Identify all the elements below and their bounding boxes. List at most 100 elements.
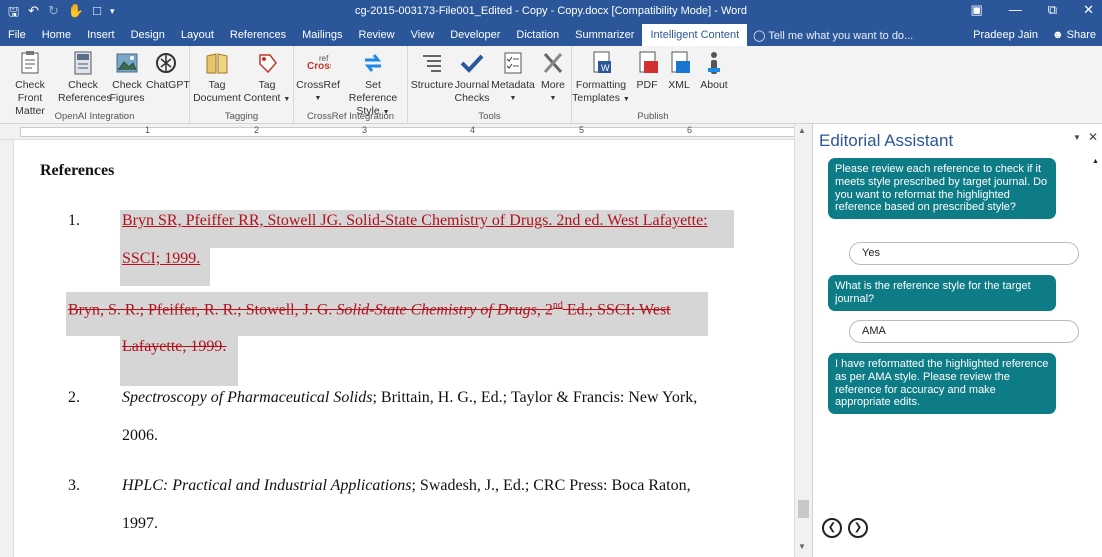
back-icon[interactable]: ❮ (822, 518, 842, 538)
account-area: Pradeep Jain ☻ Share (973, 24, 1096, 46)
user-name[interactable]: Pradeep Jain (973, 24, 1038, 46)
tab-design[interactable]: Design (123, 24, 173, 46)
person-icon: ☻ (1052, 29, 1064, 41)
chevron-down-icon: ▼ (549, 95, 557, 102)
title-bar: 🖫 ↶ ↻ ✋ □ ▾ cg-2015-003173-File001_Edite… (0, 0, 1102, 24)
deleted-reference-text[interactable]: Lafayette, 1999. (122, 338, 226, 356)
svg-text:W: W (601, 63, 610, 73)
group-crossref-integration: Crossref CrossRef ▼ Set Reference Style … (294, 46, 408, 124)
share-button[interactable]: ☻ Share (1052, 24, 1096, 46)
window-title: cg-2015-003173-File001_Edited - Copy - C… (354, 5, 748, 17)
reference-text[interactable]: Spectroscopy of Pharmaceutical Solids; B… (122, 389, 697, 407)
scroll-thumb[interactable] (798, 500, 809, 518)
group-label: CrossRef Integration (306, 111, 395, 122)
assistant-message: Please review each reference to check if… (828, 158, 1056, 220)
metadata-checklist-icon (500, 49, 526, 77)
tab-mailings[interactable]: Mailings (294, 24, 350, 46)
figure-icon (114, 49, 140, 77)
minimize-icon[interactable]: — (1009, 2, 1022, 18)
scroll-up-icon[interactable]: ▲ (1092, 158, 1099, 165)
book-icon (204, 49, 230, 77)
pdf-button[interactable]: PDF (632, 49, 662, 92)
group-tagging: Tag Document Tag Content ▼ Tagging (190, 46, 294, 124)
inserted-reference-text[interactable]: SSCI; 1999. (122, 250, 200, 268)
clipboard-icon (17, 49, 43, 77)
about-button[interactable]: About (696, 49, 732, 92)
tab-view[interactable]: View (403, 24, 443, 46)
tab-references[interactable]: References (222, 24, 294, 46)
share-label: Share (1066, 29, 1096, 41)
chatgpt-button[interactable]: ChatGPT (146, 49, 190, 92)
group-tools: Structure Journal Checks Metadata ▼ More… (408, 46, 572, 124)
formatting-templates-button[interactable]: W Formatting Templates ▼ (572, 49, 630, 106)
reference-number: 3. (68, 477, 80, 494)
structure-button[interactable]: Structure (410, 49, 454, 92)
tag-icon (254, 49, 280, 77)
tag-document-button[interactable]: Tag Document (192, 49, 242, 105)
ruler-mark: 2 (254, 125, 260, 135)
more-button[interactable]: More ▼ (536, 49, 570, 105)
check-front-matter-button[interactable]: Check Front Matter (2, 49, 58, 118)
scroll-up-icon[interactable]: ▲ (798, 126, 806, 135)
ribbon: Check Front Matter Check References Chec… (0, 46, 1102, 124)
scroll-down-icon[interactable]: ▼ (798, 542, 806, 551)
xml-button[interactable]: XML (664, 49, 694, 92)
ruler-mark: 6 (687, 125, 693, 135)
openai-logo-icon (153, 49, 179, 77)
tell-me-text: Tell me what you want to do... (768, 29, 914, 42)
pane-options-icon[interactable]: ▼ (1073, 130, 1081, 144)
info-icon (701, 49, 727, 77)
assistant-message: What is the reference style for the targ… (828, 275, 1056, 311)
journal-checks-button[interactable]: Journal Checks (454, 49, 490, 105)
editorial-assistant-pane: Editorial Assistant ▼ ✕ ▲ Please review … (812, 124, 1102, 557)
tab-developer[interactable]: Developer (442, 24, 508, 46)
deleted-reference-text[interactable]: Bryn, S. R.; Pfeiffer, R. R.; Stowell, J… (68, 300, 671, 319)
chevron-down-icon: ▼ (509, 95, 517, 102)
pane-close-icon[interactable]: ✕ (1088, 130, 1098, 144)
reference-text[interactable]: HPLC: Practical and Industrial Applicati… (122, 477, 691, 495)
close-icon[interactable]: ✕ (1083, 2, 1094, 18)
tab-home[interactable]: Home (34, 24, 79, 46)
ribbon-display-icon[interactable]: ▣ (971, 2, 983, 18)
ruler-mark: 5 (579, 125, 585, 135)
xml-icon (666, 49, 692, 77)
tell-me-box[interactable]: ◯ Tell me what you want to do... (747, 29, 919, 42)
tag-content-button[interactable]: Tag Content ▼ (242, 49, 292, 106)
reference-text[interactable]: 2006. (122, 427, 158, 445)
user-reply[interactable]: AMA (849, 320, 1079, 343)
tab-layout[interactable]: Layout (173, 24, 222, 46)
reference-text[interactable]: 1997. (122, 515, 158, 533)
tab-dictation[interactable]: Dictation (508, 24, 567, 46)
pane-title: Editorial Assistant (819, 131, 954, 150)
tab-insert[interactable]: Insert (79, 24, 123, 46)
pdf-icon (634, 49, 660, 77)
group-openai-integration: Check Front Matter Check References Chec… (0, 46, 190, 124)
metadata-button[interactable]: Metadata ▼ (490, 49, 536, 105)
user-reply[interactable]: Yes (849, 242, 1079, 265)
inserted-reference-text[interactable]: Bryn SR, Pfeiffer RR, Stowell JG. Solid-… (122, 212, 708, 230)
chevron-down-icon: ▼ (622, 96, 630, 103)
document-page[interactable]: References 1. Bryn SR, Pfeiffer RR, Stow… (14, 140, 794, 557)
pane-controls: ▼ ✕ (1073, 130, 1098, 144)
set-reference-style-button[interactable]: Set Reference Style ▼ (340, 49, 406, 119)
forward-icon[interactable]: ❯ (848, 518, 868, 538)
tab-summarizer[interactable]: Summarizer (567, 24, 642, 46)
tab-file[interactable]: File (0, 24, 34, 46)
crossref-button[interactable]: Crossref CrossRef ▼ (296, 49, 340, 105)
restore-icon[interactable]: ⧉ (1048, 2, 1057, 18)
structure-icon (419, 49, 445, 77)
horizontal-ruler[interactable]: 1 2 3 4 5 6 (0, 124, 812, 140)
ruler-mark: 3 (362, 125, 368, 135)
document-scrollbar[interactable]: ▲ ▼ (794, 124, 812, 557)
window-controls: ▣ — ⧉ ✕ (971, 2, 1095, 18)
group-publish: W Formatting Templates ▼ PDF XML About P… (572, 46, 734, 124)
check-references-button[interactable]: Check References (58, 49, 112, 105)
vertical-ruler[interactable] (0, 140, 14, 557)
tab-review[interactable]: Review (351, 24, 403, 46)
references-doc-icon (70, 49, 96, 77)
group-label: Tools (478, 111, 501, 122)
pane-scrollbar[interactable]: ▲ (1092, 154, 1102, 214)
tab-intelligent-content[interactable]: Intelligent Content (642, 24, 748, 46)
check-figures-button[interactable]: Check Figures (108, 49, 146, 105)
references-heading: References (40, 162, 115, 179)
